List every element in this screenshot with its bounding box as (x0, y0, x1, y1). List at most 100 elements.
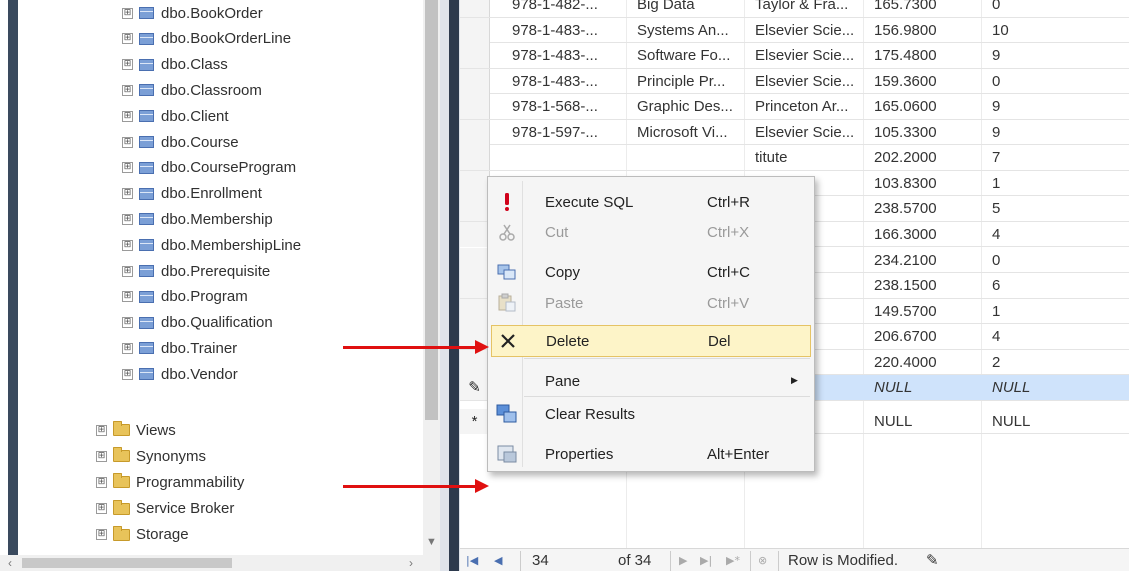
explorer-horizontal-scroll-thumb[interactable] (22, 558, 232, 568)
grid-cell[interactable]: 10 (992, 18, 1009, 43)
expand-icon[interactable]: ⊞ (122, 59, 133, 71)
grid-cell[interactable]: Software Fo... (637, 43, 730, 68)
tree-item-table[interactable]: ⊞ dbo.Enrollment (122, 181, 262, 207)
row-header[interactable] (460, 196, 490, 222)
grid-cell[interactable]: Elsevier Scie... (755, 69, 854, 94)
explorer-horizontal-scrollbar[interactable]: ‹ › (0, 555, 423, 571)
grid-cell[interactable]: 159.3600 (874, 69, 937, 94)
tree-item-table[interactable]: ⊞ dbo.Course (122, 129, 239, 155)
expand-icon[interactable]: ⊞ (122, 7, 133, 19)
row-header[interactable] (460, 298, 490, 324)
tree-item-folder[interactable]: ⊞ Views (96, 417, 176, 443)
menu-item-clear-results[interactable]: Clear Results (491, 398, 811, 430)
tree-item-table[interactable]: ⊞ dbo.Qualification (122, 310, 273, 336)
tree-item-table[interactable]: ⊞ dbo.BookOrder (122, 0, 263, 26)
grid-cell[interactable]: 1 (992, 299, 1000, 324)
expand-icon[interactable]: ⊞ (96, 529, 107, 541)
new-record-icon[interactable]: ▶* (726, 551, 740, 571)
previous-record-icon[interactable]: ◀ (494, 551, 502, 571)
grid-cell[interactable]: 166.3000 (874, 222, 937, 247)
grid-cell[interactable]: Big Data (637, 0, 695, 17)
grid-cell[interactable]: 149.5700 (874, 299, 937, 324)
grid-cell[interactable]: 978-1-483-... (512, 69, 598, 94)
grid-cell[interactable]: Elsevier Scie... (755, 120, 854, 145)
row-header[interactable] (460, 94, 490, 120)
table-row[interactable]: 978-1-482-... Big Data Taylor & Fra... 165.… (460, 0, 1129, 18)
grid-cell[interactable]: 238.1500 (874, 273, 937, 298)
expand-icon[interactable]: ⊞ (122, 342, 133, 354)
scroll-right-arrow-icon[interactable]: › (403, 555, 419, 571)
grid-cell[interactable]: Principle Pr... (637, 69, 725, 94)
menu-item-delete[interactable]: Delete Del (491, 325, 811, 357)
menu-item-copy[interactable]: Copy Ctrl+C (491, 256, 811, 288)
grid-cell[interactable]: 9 (992, 43, 1000, 68)
table-row[interactable]: 978-1-483-... Principle Pr... Elsevier Sci… (460, 68, 1129, 95)
grid-cell[interactable]: Taylor & Fra... (755, 0, 848, 17)
table-row[interactable]: titute 202.2000 7 (460, 145, 1129, 171)
grid-cell[interactable]: 175.4800 (874, 43, 937, 68)
grid-cell[interactable]: Elsevier Scie... (755, 43, 854, 68)
grid-cell[interactable]: 978-1-482-... (512, 0, 598, 17)
scroll-left-arrow-icon[interactable]: ‹ (2, 555, 18, 571)
grid-cell[interactable]: 0 (992, 248, 1000, 273)
expand-icon[interactable]: ⊞ (96, 503, 107, 515)
grid-cell[interactable]: 220.4000 (874, 350, 937, 375)
expand-icon[interactable]: ⊞ (122, 265, 133, 277)
row-header-edit-marker[interactable]: ✎ (460, 375, 490, 401)
current-record-input[interactable] (532, 552, 582, 570)
grid-cell[interactable]: titute (755, 145, 788, 170)
expand-icon[interactable]: ⊞ (122, 188, 133, 200)
grid-cell[interactable]: 156.9800 (874, 18, 937, 43)
tree-item-folder[interactable]: ⊞ Synonyms (96, 443, 206, 469)
table-row[interactable]: 978-1-483-... Software Fo... Elsevier Scie… (460, 43, 1129, 69)
grid-cell[interactable]: 206.6700 (874, 324, 937, 349)
row-header[interactable] (460, 145, 490, 171)
grid-cell[interactable]: Graphic Des... (637, 94, 733, 119)
grid-cell[interactable]: 4 (992, 222, 1000, 247)
grid-cell[interactable]: 7 (992, 145, 1000, 170)
first-record-icon[interactable]: |◀ (466, 551, 478, 571)
grid-cell[interactable]: 1 (992, 171, 1000, 196)
grid-cell[interactable]: 978-1-568-... (512, 94, 598, 119)
tree-item-table[interactable]: ⊞ dbo.Classroom (122, 77, 262, 103)
expand-icon[interactable]: ⊞ (122, 162, 133, 174)
expand-icon[interactable]: ⊞ (122, 213, 133, 225)
grid-cell[interactable]: 6 (992, 273, 1000, 298)
grid-cell[interactable]: 165.7300 (874, 0, 937, 17)
stop-icon[interactable]: ⊗ (758, 551, 767, 571)
expand-icon[interactable]: ⊞ (96, 424, 107, 436)
tree-item-table[interactable]: ⊞ dbo.MembershipLine (122, 232, 301, 258)
menu-item-execute-sql[interactable]: Execute SQL Ctrl+R (491, 186, 811, 218)
expand-icon[interactable]: ⊞ (122, 317, 133, 329)
grid-cell[interactable]: 105.3300 (874, 120, 937, 145)
grid-cell[interactable]: Systems An... (637, 18, 729, 43)
grid-cell[interactable]: 978-1-597-... (512, 120, 598, 145)
grid-cell[interactable]: 202.2000 (874, 145, 937, 170)
tree-item-table[interactable]: ⊞ dbo.Vendor (122, 361, 238, 387)
last-record-icon[interactable]: ▶| (700, 551, 712, 571)
row-header[interactable] (460, 119, 490, 145)
row-header[interactable] (460, 170, 490, 196)
row-header[interactable] (460, 247, 490, 273)
grid-cell[interactable]: Microsoft Vi... (637, 120, 728, 145)
expand-icon[interactable]: ⊞ (122, 291, 133, 303)
tree-item-table[interactable]: ⊞ dbo.BookOrderLine (122, 26, 291, 52)
row-header-new-marker[interactable]: * (460, 408, 490, 434)
tree-item-table[interactable]: ⊞ dbo.Program (122, 284, 248, 310)
scroll-down-arrow-icon[interactable]: ▼ (423, 532, 440, 552)
grid-cell-null[interactable]: NULL (874, 409, 912, 434)
grid-cell[interactable]: 5 (992, 196, 1000, 221)
grid-cell[interactable]: 2 (992, 350, 1000, 375)
tree-item-table[interactable]: ⊞ dbo.Trainer (122, 335, 237, 361)
grid-cell[interactable]: 9 (992, 120, 1000, 145)
table-row[interactable]: 978-1-568-... Graphic Des... Princeton Ar.… (460, 94, 1129, 120)
grid-cell[interactable]: 165.0600 (874, 94, 937, 119)
row-header[interactable] (460, 68, 490, 94)
expand-icon[interactable]: ⊞ (122, 110, 133, 122)
grid-cell[interactable]: 978-1-483-... (512, 43, 598, 68)
expand-icon[interactable]: ⊞ (122, 368, 133, 380)
tree-item-table[interactable]: ⊞ dbo.Client (122, 103, 229, 129)
row-header[interactable] (460, 17, 490, 43)
expand-icon[interactable]: ⊞ (96, 450, 107, 462)
tree-item-table[interactable]: ⊞ dbo.Class (122, 52, 228, 78)
